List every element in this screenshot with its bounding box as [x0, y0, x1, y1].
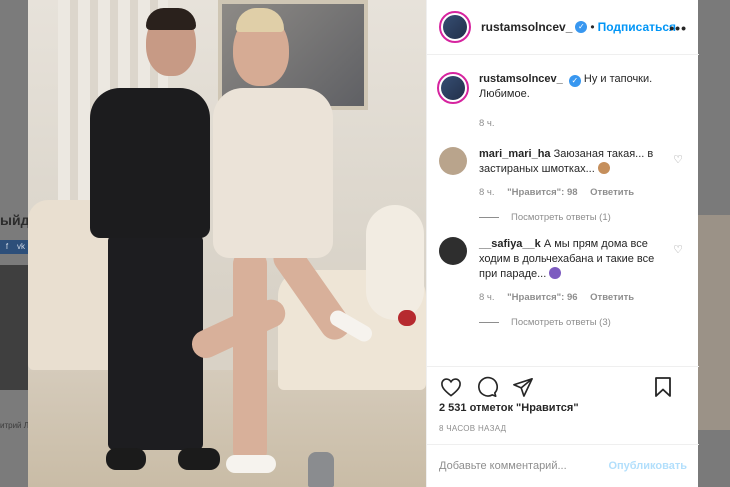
- photo-man-shoe-right: [178, 448, 220, 470]
- publish-button[interactable]: Опубликовать: [608, 460, 687, 472]
- comment-body: mari_mari_ha Заюзаная такая... в застира…: [479, 147, 667, 200]
- caption-time[interactable]: 8 ч.: [479, 118, 495, 129]
- comment-username[interactable]: mari_mari_ha: [479, 148, 551, 160]
- emoji-icon: [597, 162, 610, 174]
- comment-input[interactable]: [439, 460, 604, 472]
- header-separator: •: [590, 20, 595, 34]
- caption-body: rustamsolncev_ ✓ Ну и тапочки. Любимое. …: [479, 72, 667, 131]
- photo-heart: [398, 310, 416, 326]
- post-header: rustamsolncev_ ✓ • Подписаться •••: [427, 0, 699, 55]
- share-icon[interactable]: [511, 375, 535, 399]
- photo-bottle: [308, 452, 334, 487]
- author-avatar[interactable]: [439, 11, 471, 43]
- photo-teddy-bear: [366, 205, 424, 320]
- comments-list[interactable]: rustamsolncev_ ✓ Ну и тапочки. Любимое. …: [427, 56, 699, 366]
- comment-likes[interactable]: "Нравится": 98: [507, 187, 577, 198]
- vk-icon: vk: [14, 240, 28, 254]
- reply-button[interactable]: Ответить: [590, 187, 634, 198]
- caption-block: rustamsolncev_ ✓ Ну и тапочки. Любимое. …: [437, 72, 687, 131]
- comment-time[interactable]: 8 ч.: [479, 292, 495, 303]
- add-comment-bar: Опубликовать: [427, 444, 699, 487]
- comment-avatar[interactable]: [439, 237, 467, 265]
- view-replies-label: Посмотреть ответы (1): [511, 212, 611, 223]
- photo-woman-leg-left: [233, 250, 267, 465]
- like-icon[interactable]: [439, 375, 463, 399]
- emoji-icon: [549, 267, 562, 279]
- follow-button[interactable]: Подписаться: [598, 20, 676, 34]
- background-image-right: [698, 215, 730, 430]
- caption-avatar[interactable]: [437, 72, 469, 104]
- comment-like-icon[interactable]: ♡: [673, 243, 683, 256]
- photo-woman-body: [213, 88, 333, 258]
- facebook-icon: f: [0, 240, 14, 254]
- verified-icon: ✓: [575, 21, 588, 33]
- post-modal: rustamsolncev_ ✓ • Подписаться ••• rusta…: [28, 0, 699, 487]
- caption-username[interactable]: rustamsolncev_: [479, 73, 563, 85]
- comment-meta: 8 ч. "Нравится": 96 Ответить: [479, 290, 667, 305]
- verified-icon: ✓: [568, 75, 581, 87]
- photo-slipper-left: [226, 455, 276, 473]
- caption-avatar-image: [441, 76, 465, 100]
- comment-item: __safiya__k А мы прям дома все ходим в д…: [439, 237, 687, 305]
- more-options-icon[interactable]: •••: [669, 20, 687, 36]
- comment-meta: 8 ч. "Нравится": 98 Ответить: [479, 185, 667, 200]
- comment-avatar[interactable]: [439, 147, 467, 175]
- comment-icon[interactable]: [475, 375, 499, 399]
- author-username[interactable]: rustamsolncev_: [481, 20, 572, 34]
- likes-count[interactable]: 2 531 отметок "Нравится": [439, 402, 579, 414]
- comment-item: mari_mari_ha Заюзаная такая... в застира…: [439, 147, 687, 200]
- author-avatar-image: [443, 15, 467, 39]
- action-bar: [427, 366, 699, 406]
- replies-line: [479, 217, 499, 218]
- view-replies-button[interactable]: Посмотреть ответы (3): [479, 317, 687, 328]
- reply-button[interactable]: Ответить: [590, 292, 634, 303]
- bookmark-icon[interactable]: [651, 375, 675, 399]
- comment-body: __safiya__k А мы прям дома все ходим в д…: [479, 237, 667, 305]
- comment-like-icon[interactable]: ♡: [673, 153, 683, 166]
- view-replies-label: Посмотреть ответы (3): [511, 317, 611, 328]
- comment-time[interactable]: 8 ч.: [479, 187, 495, 198]
- photo-man-shoe-left: [106, 448, 146, 470]
- comment-username[interactable]: __safiya__k: [479, 238, 541, 250]
- replies-line: [479, 322, 499, 323]
- photo-man-body: [90, 88, 210, 238]
- post-timestamp[interactable]: 8 ЧАСОВ НАЗАД: [439, 424, 506, 433]
- photo-man-legs: [108, 235, 203, 450]
- view-replies-button[interactable]: Посмотреть ответы (1): [479, 212, 687, 223]
- caption-meta: 8 ч.: [479, 116, 667, 131]
- post-sidebar: rustamsolncev_ ✓ • Подписаться ••• rusta…: [426, 0, 699, 487]
- post-photo[interactable]: [28, 0, 426, 487]
- photo-man-hair: [146, 8, 196, 30]
- comment-likes[interactable]: "Нравится": 96: [507, 292, 577, 303]
- background-thumbnail: [0, 265, 28, 390]
